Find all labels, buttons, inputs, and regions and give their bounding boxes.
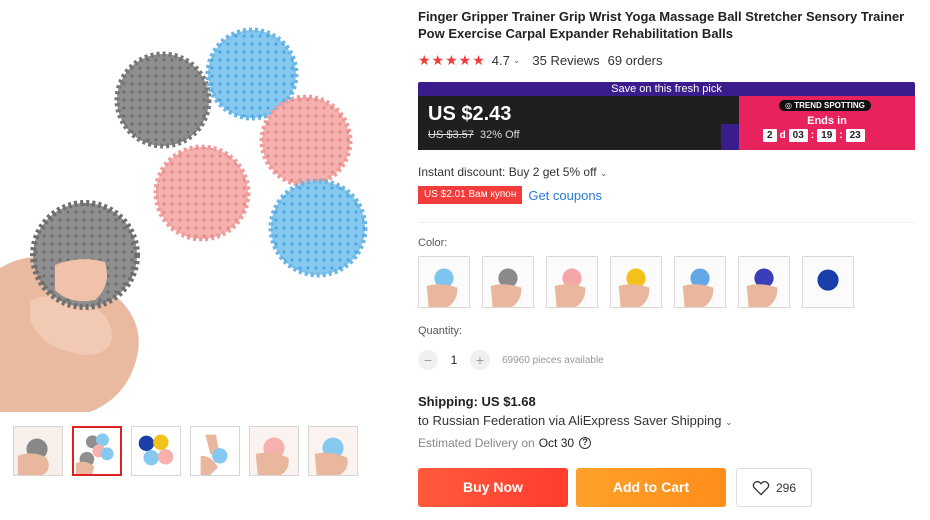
- product-title: Finger Gripper Trainer Grip Wrist Yoga M…: [418, 9, 905, 41]
- heart-icon: [752, 480, 770, 495]
- chevron-down-icon: ⌄: [725, 417, 733, 427]
- shipping-destination-text: to Russian Federation via AliExpress Sav…: [418, 413, 722, 428]
- get-coupons-link[interactable]: Get coupons: [528, 188, 602, 203]
- color-swatch-pink[interactable]: [546, 256, 598, 308]
- price-box: US $2.43 US $3.57 32% Off: [418, 96, 739, 150]
- pieces-available: 69960 pieces available: [502, 354, 604, 366]
- shipping-cost: Shipping: US $1.68: [418, 394, 536, 409]
- quantity-label: Quantity:: [418, 325, 463, 337]
- countdown-day-unit: d: [779, 130, 786, 141]
- quantity-minus-button[interactable]: −: [418, 350, 438, 370]
- product-photo: [0, 27, 368, 412]
- current-price: US $2.43: [428, 103, 512, 125]
- color-swatch-yellow[interactable]: [610, 256, 662, 308]
- thumbnail[interactable]: [13, 426, 63, 476]
- coupon-tag: US $2.01 Вам купон: [418, 186, 523, 204]
- color-swatches: [418, 256, 854, 308]
- countdown-separator: :: [810, 130, 815, 141]
- color-swatch-gray[interactable]: [482, 256, 534, 308]
- promo-block: Save on this fresh pick US $2.43 US $3.5…: [418, 82, 915, 150]
- thumbnail-strip: [13, 426, 358, 476]
- star-rating-icon: ★★★★★: [418, 52, 486, 68]
- buy-now-button[interactable]: Buy Now: [418, 468, 568, 507]
- help-icon[interactable]: ?: [579, 437, 592, 449]
- instant-discount[interactable]: Instant discount: Buy 2 get 5% off ⌄: [418, 165, 619, 179]
- countdown-minutes: 19: [817, 129, 837, 142]
- chevron-down-icon[interactable]: ⌄: [513, 55, 521, 66]
- trend-badge-label: TREND SPOTTING: [794, 101, 865, 110]
- wishlist-button[interactable]: 296: [736, 468, 812, 507]
- thumbnail[interactable]: [308, 426, 358, 476]
- color-label: Color:: [418, 237, 448, 249]
- color-swatch-dark-blue[interactable]: [802, 256, 854, 308]
- main-product-image[interactable]: [0, 0, 390, 412]
- thumbnail-active[interactable]: [72, 426, 122, 476]
- trend-icon: ◎: [785, 101, 795, 110]
- color-swatch-purple[interactable]: [738, 256, 790, 308]
- instant-discount-text: Instant discount: Buy 2 get 5% off: [418, 165, 597, 179]
- estimated-delivery: Estimated Delivery on Oct 30 ?: [418, 436, 592, 450]
- rating-value[interactable]: 4.7: [492, 53, 510, 68]
- countdown-timer: 2 d 03 : 19 : 23: [763, 129, 865, 142]
- shipping-destination[interactable]: to Russian Federation via AliExpress Sav…: [418, 413, 745, 428]
- quantity-plus-button[interactable]: +: [470, 350, 490, 370]
- wishlist-count: 296: [775, 480, 797, 495]
- purchase-actions: Buy Now Add to Cart 296: [418, 468, 812, 507]
- countdown-seconds: 23: [845, 129, 865, 142]
- trend-spotting-badge: ◎ TREND SPOTTING: [779, 100, 871, 111]
- chevron-down-icon: ⌄: [599, 168, 608, 178]
- countdown-separator: :: [839, 130, 843, 141]
- thumbnail[interactable]: [249, 426, 299, 476]
- rating-row: ★★★★★ 4.7 ⌄ 35 Reviews 69 orders: [418, 52, 663, 69]
- ends-in-label: Ends in: [807, 115, 847, 127]
- discount-percent: 32% Off: [480, 129, 520, 141]
- orders-count: 69 orders: [607, 53, 663, 68]
- color-swatch-blue[interactable]: [418, 256, 470, 308]
- reviews-link[interactable]: 35 Reviews: [532, 53, 599, 68]
- quantity-stepper: − 1 + 69960 pieces available: [418, 350, 604, 370]
- delivery-date: Oct 30: [538, 436, 575, 450]
- countdown-days: 2: [763, 129, 777, 142]
- product-gallery: [0, 0, 390, 520]
- thumbnail[interactable]: [190, 426, 240, 476]
- delivery-label: Estimated Delivery on: [418, 436, 535, 450]
- coupon-row: US $2.01 Вам купон Get coupons: [418, 186, 602, 204]
- color-swatch-light-blue[interactable]: [674, 256, 726, 308]
- quantity-input[interactable]: 1: [438, 353, 470, 367]
- countdown-hours: 03: [788, 129, 808, 142]
- add-to-cart-button[interactable]: Add to Cart: [576, 468, 726, 507]
- original-price: US $3.57: [428, 129, 474, 141]
- divider: [418, 222, 915, 223]
- promo-banner: Save on this fresh pick: [418, 82, 915, 96]
- thumbnail[interactable]: [131, 426, 181, 476]
- trend-box: ◎ TREND SPOTTING Ends in 2 d 03 : 19 : 2…: [739, 96, 915, 150]
